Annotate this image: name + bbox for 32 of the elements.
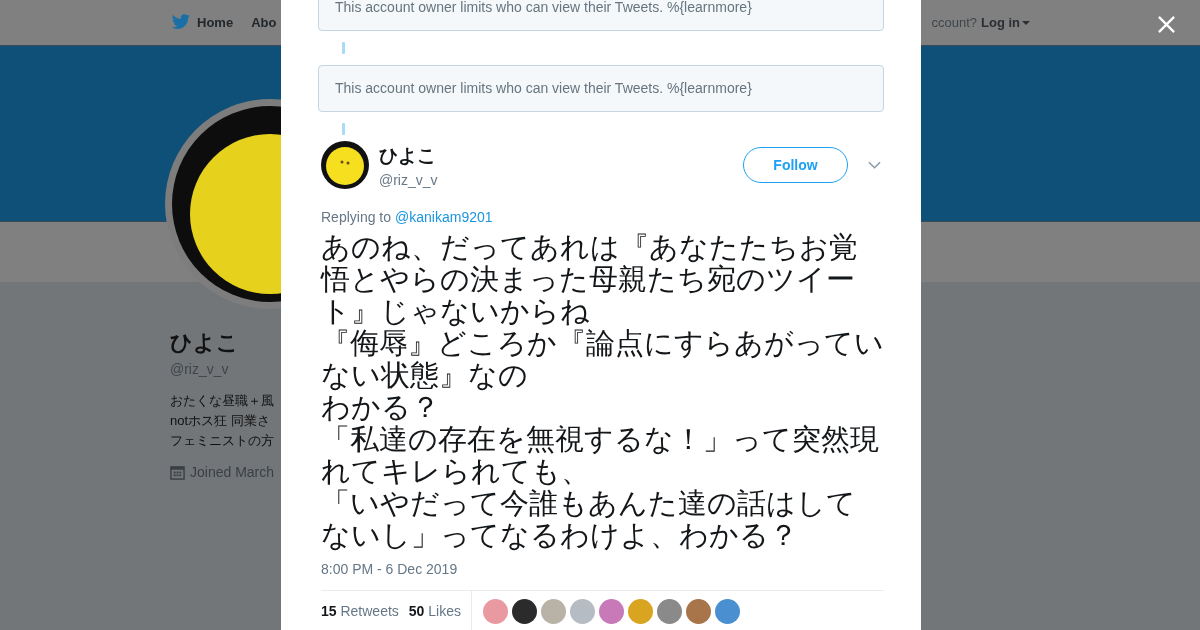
bird-icon xyxy=(171,14,191,31)
follow-button[interactable]: Follow xyxy=(743,147,848,183)
like-count[interactable]: 50 Likes xyxy=(408,603,461,619)
tweet-text: わかる？ xyxy=(321,391,441,423)
author-handle: @riz_v_v xyxy=(379,171,439,188)
tweet-text: あのね、だってあれは『あなたたちお覚悟とやらの決まった母親たち宛のツイート』じゃないからね xyxy=(321,231,859,327)
nav-link[interactable]: Abo xyxy=(251,15,277,30)
tweet-text: 「私達の存在を無視するな！」って突然現れてキレられても、 xyxy=(321,423,880,487)
bio-text: おたくな昼職＋風 xyxy=(170,392,275,410)
account-prompt: ccount? xyxy=(931,15,977,30)
chevron-icon[interactable] xyxy=(868,161,881,169)
login-link[interactable]: Log in xyxy=(981,15,1030,30)
replying-label: Replying to xyxy=(321,209,392,225)
tweet-text: 『侮辱』どころか『論点にすらあがっていない状態』なの xyxy=(321,327,884,391)
calendar-icon xyxy=(170,464,185,480)
profile-name: ひよこ xyxy=(170,329,240,357)
tweet-time: 8:00 PM - 6 Dec 2019 xyxy=(320,561,459,577)
nav-link[interactable]: Home xyxy=(171,14,234,31)
tweet-text: 「いやだって今誰もあんた達の話はしてないし」ってなるわけよ、わかる？ xyxy=(321,487,857,551)
bio-text: notホス狂 同業さ xyxy=(170,412,271,430)
author-name: ひよこ xyxy=(379,143,437,168)
thread-line xyxy=(342,123,345,135)
joined-date: Joined March xyxy=(190,464,275,480)
notice-box: This account owner limits who can view their Tweets. %{learnmore} xyxy=(318,0,884,31)
close-icon[interactable] xyxy=(1157,15,1176,34)
thread-line xyxy=(342,42,345,54)
avatar-icon xyxy=(321,141,369,189)
liker-avatar[interactable] xyxy=(512,598,537,624)
mention-link[interactable]: @kanikam9201 xyxy=(395,209,493,225)
retweet-count[interactable]: 15 Retweets xyxy=(321,603,399,619)
bio-text: フェミニストの方 xyxy=(170,432,275,450)
notice-box: This account owner limits who can view their Tweets. %{learnmore} xyxy=(318,65,884,112)
